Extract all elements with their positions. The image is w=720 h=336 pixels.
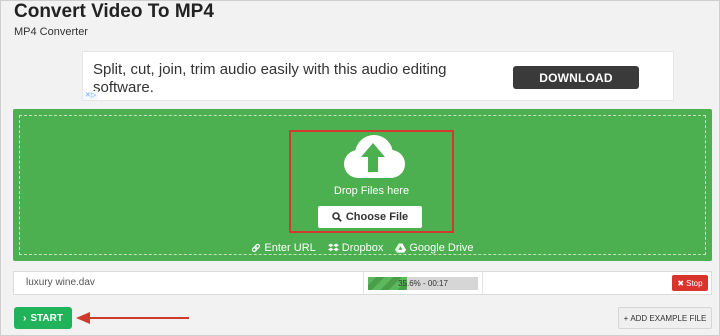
add-example-file-button[interactable]: + ADD EXAMPLE FILE [618,307,712,329]
chevron-right-icon: › [23,312,27,324]
close-icon: ✖ [677,278,685,288]
ad-choices-badge[interactable]: ✕▷ [83,91,99,100]
choose-file-button[interactable]: Choose File [318,206,422,228]
file-name: luxury wine.dav [26,277,95,288]
row-divider [363,272,364,294]
upload-sources: Enter URL Dropbox Google Drive [20,242,705,254]
start-label: START [30,312,63,324]
google-drive-link[interactable]: Google Drive [395,242,474,254]
dropbox-link[interactable]: Dropbox [327,242,384,254]
link-icon [252,243,261,252]
page-subtitle: MP4 Converter [14,26,88,38]
ad-banner[interactable]: Split, cut, join, trim audio easily with… [82,51,674,101]
conversion-progress-bar: 35.6% - 00:17 [368,277,478,290]
row-divider [482,272,483,294]
start-button[interactable]: › START [14,307,72,329]
stop-label: Stop [686,278,703,288]
stop-button[interactable]: ✖ Stop [672,275,708,291]
annotation-arrow [76,312,189,324]
choose-file-label: Choose File [345,211,409,223]
ad-download-button[interactable]: DOWNLOAD [513,66,639,89]
plus-icon: + [623,313,629,323]
dropbox-label: Dropbox [341,242,384,254]
dropbox-icon [327,243,339,252]
drop-zone[interactable]: Drop Files here Choose File Enter URL Dr… [13,109,712,261]
google-drive-icon [395,243,407,253]
drop-zone-border: Drop Files here Choose File Enter URL Dr… [19,115,706,255]
add-example-file-label: ADD EXAMPLE FILE [630,313,707,323]
drop-files-label: Drop Files here [333,185,410,197]
search-icon [332,212,342,222]
file-row: luxury wine.dav 35.6% - 00:17 ✖ Stop [13,271,712,295]
progress-text: 35.6% - 00:17 [398,279,448,288]
page-title: Convert Video To MP4 [14,1,214,22]
ad-text: Split, cut, join, trim audio easily with… [93,61,447,96]
enter-url-link[interactable]: Enter URL [251,242,316,254]
enter-url-label: Enter URL [264,242,316,254]
google-drive-label: Google Drive [409,242,474,254]
cloud-upload-icon [344,135,405,178]
